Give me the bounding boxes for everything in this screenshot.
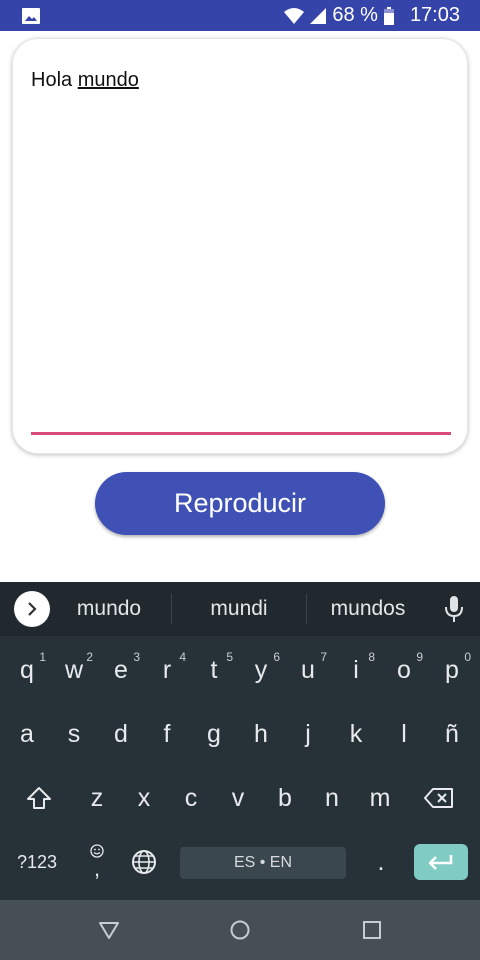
- battery-icon: [383, 6, 394, 25]
- clock: 17:03: [409, 4, 460, 26]
- key-label: r: [162, 655, 172, 684]
- suggestion-2[interactable]: mundi: [174, 582, 304, 636]
- key-hint: 0: [464, 650, 471, 664]
- suggestion-1[interactable]: mundo: [50, 582, 168, 636]
- key-b[interactable]: b: [262, 768, 308, 828]
- text-composing-word: mundo: [77, 69, 139, 91]
- key-y[interactable]: y6: [238, 640, 284, 700]
- microphone-icon[interactable]: [444, 596, 464, 622]
- key-label: e: [114, 655, 128, 684]
- key-f[interactable]: f: [144, 704, 190, 764]
- key-s[interactable]: s: [51, 704, 97, 764]
- recents-icon[interactable]: [361, 919, 383, 941]
- key-label: q: [20, 655, 34, 684]
- chevron-right-icon: [28, 602, 37, 616]
- key-e[interactable]: e3: [98, 640, 144, 700]
- key-label: t: [210, 655, 218, 684]
- key-enye[interactable]: ñ: [429, 704, 475, 764]
- key-hint: 4: [179, 650, 186, 664]
- comma-label: ,: [93, 856, 101, 881]
- language-key[interactable]: [121, 832, 167, 892]
- key-c[interactable]: c: [168, 768, 214, 828]
- key-row-3: z x c v b n m: [0, 768, 480, 828]
- home-icon[interactable]: [229, 919, 251, 941]
- key-hint: 1: [39, 650, 46, 664]
- signal-icon: [310, 7, 327, 24]
- wifi-icon: [284, 7, 305, 24]
- input-underline: [31, 432, 451, 435]
- navigation-bar: [0, 900, 480, 960]
- key-t[interactable]: t5: [191, 640, 237, 700]
- suggestion-strip: mundo mundi mundos: [0, 582, 480, 636]
- key-hint: 2: [86, 650, 93, 664]
- key-label: o: [397, 655, 411, 684]
- key-label: p: [445, 655, 459, 684]
- key-label: u: [301, 655, 315, 684]
- status-icons: 68 % 17:03: [284, 0, 460, 31]
- text-plain: Hola: [31, 69, 78, 91]
- key-label: y: [254, 655, 268, 684]
- battery-percentage: 68 %: [332, 4, 378, 26]
- emoji-icon: [90, 844, 104, 858]
- key-hint: 8: [368, 650, 375, 664]
- key-label: i: [353, 655, 359, 684]
- key-hint: 3: [133, 650, 140, 664]
- key-w[interactable]: w2: [51, 640, 97, 700]
- key-o[interactable]: o9: [381, 640, 427, 700]
- globe-icon: [132, 850, 156, 874]
- period-key[interactable]: .: [358, 832, 404, 892]
- key-g[interactable]: g: [191, 704, 237, 764]
- key-hint: 5: [226, 650, 233, 664]
- suggestion-divider: [171, 594, 172, 624]
- key-i[interactable]: i8: [333, 640, 379, 700]
- expand-toolbar-button[interactable]: [14, 591, 50, 627]
- key-label: w: [64, 655, 84, 684]
- key-a[interactable]: a: [4, 704, 50, 764]
- key-r[interactable]: r4: [144, 640, 190, 700]
- backspace-key[interactable]: [416, 768, 462, 828]
- key-v[interactable]: v: [215, 768, 261, 828]
- key-n[interactable]: n: [309, 768, 355, 828]
- key-u[interactable]: u7: [285, 640, 331, 700]
- suggestion-3[interactable]: mundos: [308, 582, 428, 636]
- key-m[interactable]: m: [357, 768, 403, 828]
- text-input-card[interactable]: Hola mundo: [12, 38, 468, 454]
- key-x[interactable]: x: [121, 768, 167, 828]
- key-hint: 6: [273, 650, 280, 664]
- key-row-2: a s d f g h j k l ñ: [0, 704, 480, 764]
- keyboard: mundo mundi mundos q1 w2 e3 r4 t5 y6 u7 …: [0, 582, 480, 900]
- text-input[interactable]: Hola mundo: [31, 69, 139, 92]
- key-hint: 7: [320, 650, 327, 664]
- image-notification-icon: [22, 8, 40, 24]
- key-h[interactable]: h: [238, 704, 284, 764]
- spacebar[interactable]: ES • EN: [180, 847, 346, 879]
- shift-icon: [27, 787, 51, 809]
- key-k[interactable]: k: [333, 704, 379, 764]
- suggestion-divider: [306, 594, 307, 624]
- key-row-1: q1 w2 e3 r4 t5 y6 u7 i8 o9 p0: [0, 640, 480, 700]
- key-q[interactable]: q1: [4, 640, 50, 700]
- backspace-icon: [424, 788, 453, 808]
- emoji-comma-key[interactable]: ,: [74, 832, 120, 892]
- back-icon[interactable]: [98, 919, 120, 941]
- key-j[interactable]: j: [285, 704, 331, 764]
- enter-icon: [428, 855, 453, 870]
- key-hint: 9: [416, 650, 423, 664]
- status-bar: 68 % 17:03: [0, 0, 480, 31]
- key-d[interactable]: d: [98, 704, 144, 764]
- key-l[interactable]: l: [381, 704, 427, 764]
- enter-key[interactable]: [414, 844, 468, 880]
- shift-key[interactable]: [16, 768, 62, 828]
- key-p[interactable]: p0: [429, 640, 475, 700]
- key-z[interactable]: z: [74, 768, 120, 828]
- symbols-key[interactable]: ?123: [14, 832, 60, 892]
- play-button[interactable]: Reproducir: [95, 472, 385, 535]
